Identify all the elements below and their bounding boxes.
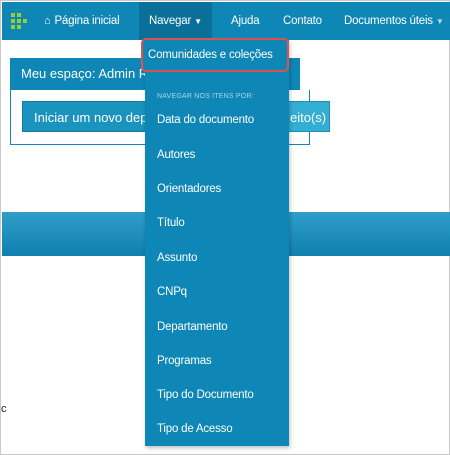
dropdown-item-doc-type[interactable]: Tipo do Documento xyxy=(157,389,254,401)
caret-down-icon: ▼ xyxy=(435,17,444,26)
nav-docs[interactable]: Documentos úteis ▼ xyxy=(344,2,444,40)
nav-help-label: Ajuda xyxy=(231,15,260,27)
page-frame: ⌂ Página inicial Navegar ▼ Ajuda Contato D… xyxy=(0,0,450,455)
dropdown-item-authors[interactable]: Autores xyxy=(157,149,195,161)
dropdown-item-advisors[interactable]: Orientadores xyxy=(157,183,221,195)
logo-icon[interactable] xyxy=(11,13,27,29)
dropdown-item-communities-label: Comunidades e coleções xyxy=(148,49,273,61)
nav-browse[interactable]: Navegar ▼ xyxy=(139,2,212,40)
navbar: ⌂ Página inicial Navegar ▼ Ajuda Contato D… xyxy=(2,2,450,40)
myspace-title: Meu espaço: Admin R xyxy=(21,66,149,81)
home-icon: ⌂ xyxy=(44,15,51,27)
dropdown-section-header: NAVEGAR NOS ITENS POR: xyxy=(157,93,254,100)
browse-dropdown xyxy=(145,40,289,446)
dropdown-item-access-type[interactable]: Tipo de Acesso xyxy=(157,423,233,435)
dropdown-item-cnpq[interactable]: CNPq xyxy=(157,286,187,298)
nav-home[interactable]: ⌂ Página inicial xyxy=(44,2,120,40)
dropdown-item-department[interactable]: Departamento xyxy=(157,321,228,333)
stray-text: c xyxy=(1,403,7,415)
start-submission-label: Iniciar um novo depó xyxy=(34,110,155,125)
caret-down-icon: ▼ xyxy=(194,17,202,26)
nav-docs-label: Documentos úteis xyxy=(344,15,433,27)
dropdown-item-communities[interactable]: Comunidades e coleções xyxy=(141,38,289,72)
nav-home-label: Página inicial xyxy=(54,15,120,27)
nav-contact[interactable]: Contato xyxy=(283,2,322,40)
nav-help[interactable]: Ajuda xyxy=(231,2,260,40)
dropdown-item-title[interactable]: Título xyxy=(157,217,185,229)
dropdown-item-programs[interactable]: Programas xyxy=(157,355,212,367)
accepted-items-button[interactable]: eito(s) xyxy=(285,101,330,132)
dropdown-item-subject[interactable]: Assunto xyxy=(157,252,197,264)
dropdown-item-date[interactable]: Data do documento xyxy=(157,114,254,126)
nav-browse-label: Navegar xyxy=(149,15,192,27)
nav-contact-label: Contato xyxy=(283,15,322,27)
accepted-items-label: eito(s) xyxy=(290,110,327,125)
